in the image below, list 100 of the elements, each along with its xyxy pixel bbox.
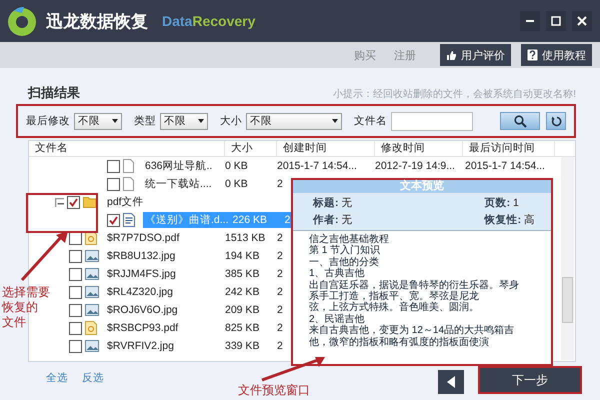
file-row[interactable]: $RL4Z320.jpg 242 KB 2: [105, 284, 286, 300]
file-name: 《送别》曲谱.d...: [144, 213, 230, 227]
filter-dropdown[interactable]: 不限: [74, 112, 122, 130]
toolbar-button[interactable]: 使用教程: [521, 44, 592, 66]
file-row[interactable]: $RB8U132.jpg 194 KB 2: [105, 248, 286, 264]
caret-icon: [198, 119, 204, 123]
created-time: 2: [276, 304, 284, 316]
checkbox[interactable]: [107, 214, 120, 226]
image-icon: [85, 286, 99, 298]
modified-time: 2012-7-19 14:9...: [374, 160, 456, 172]
image-icon: [85, 268, 99, 280]
file-size: 226 KB: [232, 214, 268, 226]
annotation-label: 选择需要 恢复的 文件: [2, 285, 50, 330]
close-icon: [577, 16, 587, 26]
preview-text-line: 系手工打造，指板平、宽。琴弦是尼龙: [309, 291, 480, 302]
filter-dropdown[interactable]: 不限: [160, 112, 208, 130]
file-size: 242 KB: [224, 286, 260, 298]
toolbar-button[interactable]: 用户评价: [440, 44, 511, 66]
text-document-icon: [123, 213, 135, 227]
filter-label: 文件名: [354, 114, 387, 128]
scrollbar[interactable]: [561, 157, 574, 360]
file-name: $RSBCP93.pdf: [106, 322, 180, 334]
file-row[interactable]: $R7P7DSO.pdf 1513 KB 2: [105, 230, 286, 246]
file-name: $R7P7DSO.pdf: [106, 232, 180, 244]
preview-text-line: 出自宫廷乐器，据说是鲁特琴的衍生乐器。琴身: [309, 280, 520, 291]
file-size: 194 KB: [224, 250, 260, 262]
accessed-time: 2015-1-7 14:54...: [464, 160, 546, 172]
back-button[interactable]: [438, 370, 464, 394]
file-row[interactable]: 统一下载站.... 0 KB 2: [143, 176, 286, 192]
checkbox[interactable]: [107, 160, 120, 172]
file-row[interactable]: pdf文件: [105, 194, 275, 210]
help-icon: [527, 49, 538, 61]
created-time: 2: [276, 340, 284, 352]
file-row[interactable]: $RSBCP93.pdf 825 KB 2: [105, 320, 286, 336]
image-icon: [85, 340, 99, 352]
checkbox[interactable]: [69, 340, 82, 352]
checkbox[interactable]: [69, 322, 82, 334]
maximize-icon: [551, 16, 561, 26]
filter-dropdown[interactable]: 不限: [246, 112, 342, 130]
file-row[interactable]: $ROJ6V6O.jpg 209 KB 2: [105, 302, 286, 318]
preview-field: 作者: 无: [313, 213, 485, 227]
thumbs-up-icon: [446, 50, 457, 60]
file-name: $RL4Z320.jpg: [106, 286, 174, 298]
file-size: 339 KB: [224, 340, 260, 352]
maximize-button[interactable]: [546, 11, 566, 31]
column-header[interactable]: 文件名: [29, 141, 225, 156]
close-button[interactable]: [572, 11, 592, 31]
minimize-button[interactable]: [520, 11, 540, 31]
created-time: 2: [276, 286, 284, 298]
checkbox[interactable]: [69, 268, 82, 280]
footer-link[interactable]: 反选: [82, 371, 104, 385]
file-size: 0 KB: [224, 178, 249, 190]
preview-field: 标题: 无: [313, 196, 485, 210]
preview-text-line: 弦，上弦方式特殊。音色唯美、圆润。: [309, 302, 480, 314]
app-title: 迅龙数据恢复: [46, 10, 148, 32]
checkbox[interactable]: [69, 304, 82, 316]
file-size: 385 KB: [224, 268, 260, 280]
file-row[interactable]: $RVRFIV2.jpg 339 KB 2: [105, 338, 286, 354]
search-icon: [514, 114, 526, 128]
column-header[interactable]: 创建时间: [277, 141, 375, 156]
file-name: 636网址导航..: [144, 159, 214, 173]
preview-field: 页数: 1: [484, 196, 535, 210]
preview-text-line: 第 1 节入门知识: [309, 245, 382, 256]
refresh-button[interactable]: [546, 112, 566, 130]
preview-text-line: 他，微窄的指板和略有弧度的指板面使演: [309, 336, 490, 348]
annotation-box: [26, 193, 98, 233]
file-name: pdf文件: [106, 195, 145, 209]
column-header[interactable]: 修改时间: [375, 141, 463, 156]
refresh-icon: [550, 116, 562, 126]
search-button[interactable]: [500, 112, 540, 130]
file-size: 825 KB: [224, 322, 260, 334]
left-triangle-icon: [446, 376, 456, 388]
column-header[interactable]: 大小: [225, 141, 277, 156]
checkbox[interactable]: [69, 250, 82, 262]
logo-icon: [6, 5, 38, 37]
file-name: $ROJ6V6O.jpg: [106, 304, 179, 316]
caret-icon: [112, 119, 118, 123]
file-row[interactable]: $RJJM4FS.jpg 385 KB 2: [105, 266, 286, 282]
preview-text-line: 信之吉他基础教程: [309, 234, 390, 245]
filter-label: 最后修改: [26, 114, 70, 128]
created-time: 2015-1-7 14:54...: [276, 160, 358, 172]
preview-field: 恢复性: 高: [484, 213, 535, 227]
filter-label: 类型: [134, 114, 156, 128]
file-size: 1513 KB: [224, 232, 266, 244]
annotation-label: 文件预览窗口: [238, 383, 310, 398]
checkbox[interactable]: [69, 286, 82, 298]
preview-text-line: 一、吉他的分类: [309, 256, 380, 268]
next-button[interactable]: 下一步: [478, 366, 582, 394]
created-time: 2: [284, 214, 292, 226]
filename-field[interactable]: [391, 112, 473, 130]
expander-icon[interactable]: [55, 198, 64, 206]
checkbox[interactable]: [107, 178, 120, 190]
file-size: 209 KB: [224, 304, 260, 316]
file-row[interactable]: 636网址导航.. 0 KB 2015-1-7 14:54... 2012-7-19 14:9... 2015-1-7 14:54...: [143, 158, 557, 174]
column-header[interactable]: 最后访问时间: [463, 141, 555, 156]
caret-icon: [332, 119, 338, 123]
checkbox[interactable]: [67, 196, 80, 208]
created-time: 2: [276, 178, 284, 190]
footer-link[interactable]: 全选: [46, 371, 68, 385]
brand-text: Recovery: [192, 13, 256, 29]
